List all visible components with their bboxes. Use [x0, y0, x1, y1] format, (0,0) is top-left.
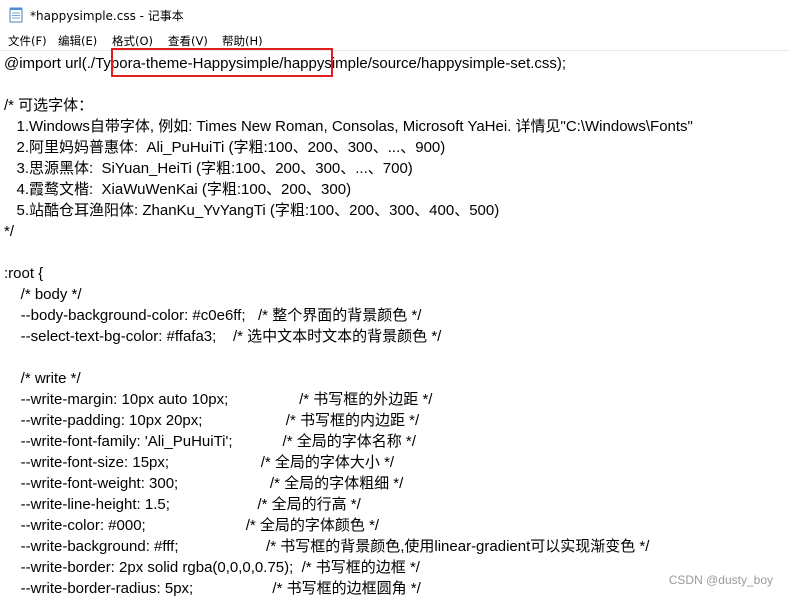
watermark: CSDN @dusty_boy: [668, 573, 773, 587]
editor-line: --write-background: #fff; /* 书写框的背景颜色,使用…: [4, 538, 650, 555]
editor-line: 4.霞鹜文楷: XiaWuWenKai (字粗:100、200、300): [4, 181, 352, 198]
editor-line: 5.站酷仓耳渔阳体: ZhanKu_YvYangTi (字粗:100、200、3…: [4, 202, 500, 219]
editor-line: 3.思源黑体: SiYuan_HeiTi (字粗:100、200、300、...…: [4, 160, 413, 177]
editor-line: /* body */: [4, 286, 82, 303]
editor-line: 1.Windows自带字体, 例如: Times New Roman, Cons…: [4, 118, 693, 135]
editor-line: --write-padding: 10px 20px; /* 书写框的内边距 *…: [4, 412, 420, 429]
editor-line: /* write */: [4, 370, 81, 387]
editor-line: 2.阿里妈妈普惠体: Ali_PuHuiTi (字粗:100、200、300、.…: [4, 139, 446, 156]
editor-line: --write-color: #000; /* 全局的字体颜色 */: [4, 517, 380, 534]
editor-line: --write-font-size: 15px; /* 全局的字体大小 */: [4, 454, 395, 471]
text-editor-area[interactable]: @import url(./Typora-theme-Happysimple/h…: [0, 50, 789, 597]
editor-line: --write-font-weight: 300; /* 全局的字体粗细 */: [4, 475, 404, 492]
editor-line: */: [4, 223, 15, 240]
editor-line: --write-border: 2px solid rgba(0,0,0,0.7…: [4, 559, 420, 576]
editor-line: :root {: [4, 265, 44, 282]
title-bar: *happysimple.css - 记事本: [0, 0, 789, 31]
notepad-icon: [9, 7, 23, 23]
window-title: *happysimple.css - 记事本: [30, 9, 184, 23]
editor-line: --body-background-color: #c0e6ff; /* 整个界…: [4, 307, 422, 324]
menu-file[interactable]: 文件(F): [8, 33, 47, 49]
menu-help[interactable]: 帮助(H): [222, 33, 263, 49]
editor-line: --write-line-height: 1.5; /* 全局的行高 */: [4, 496, 361, 513]
menu-format[interactable]: 格式(O): [112, 33, 153, 49]
editor-line: --write-margin: 10px auto 10px; /* 书写框的外…: [4, 391, 433, 408]
editor-line: /* 可选字体：: [4, 97, 94, 114]
editor-line: --write-font-family: 'Ali_PuHuiTi'; /* 全…: [4, 433, 416, 450]
menu-edit[interactable]: 编辑(E): [58, 33, 97, 49]
highlight-annotation-box: [111, 48, 333, 77]
editor-line: --write-border-radius: 5px; /* 书写框的边框圆角 …: [4, 580, 421, 597]
editor-line: --select-text-bg-color: #ffafa3; /* 选中文本…: [4, 328, 442, 345]
menu-view[interactable]: 查看(V): [168, 33, 208, 49]
